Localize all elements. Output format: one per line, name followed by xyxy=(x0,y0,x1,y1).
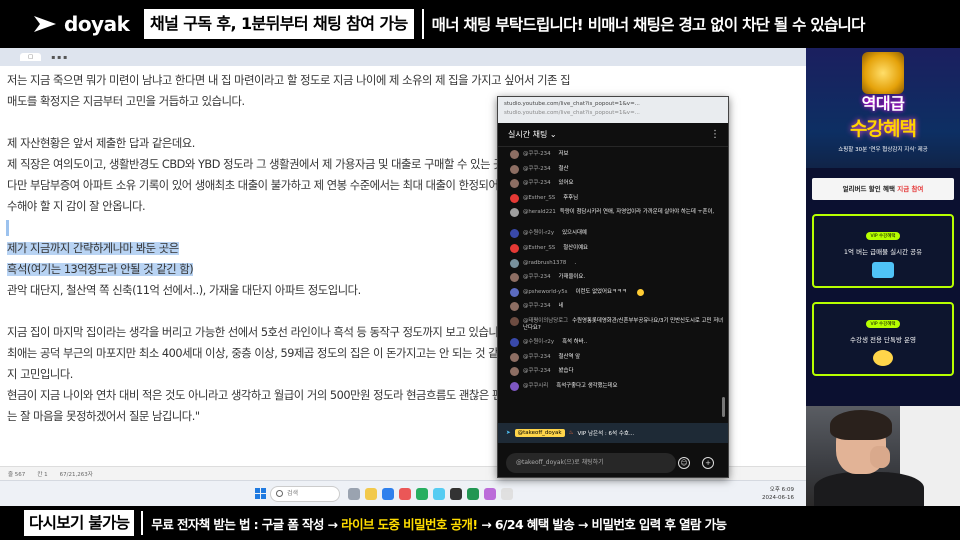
chat-message: @쿠쿠-234 저보 xyxy=(510,148,728,163)
chat-message: @Esther_SS 철산이예요 xyxy=(510,242,728,257)
laptop-icon xyxy=(872,262,894,278)
chat-message: @herald221 득량이 첨담시키러 연애, 자영업이라 가까운데 살아야 하… xyxy=(510,206,728,227)
vip-benefit-card: VIP 수강혜택 수강생 전용 단톡방 운영 xyxy=(812,302,954,376)
edge-browser-icon[interactable] xyxy=(382,487,394,500)
document-toolbar: ▢ ▪ ▪ ▪ xyxy=(0,48,806,66)
document-tab[interactable]: ▢ xyxy=(20,53,42,61)
pinned-message[interactable]: ➤ @takeoff_doyak ♨ VIP 남은석 : 6석 수호... xyxy=(498,423,728,443)
file-explorer-icon[interactable] xyxy=(365,487,377,500)
emoji-button-icon[interactable]: ☺ xyxy=(678,457,690,469)
app-icon[interactable] xyxy=(484,487,496,500)
chat-message: @수원이-r2y 흑석 하바.. xyxy=(510,336,728,351)
pinned-text: VIP 남은석 : 6석 수호... xyxy=(577,431,635,437)
avatar xyxy=(510,179,519,189)
chat-message: @쿠쿠-234 봤습다 xyxy=(510,365,728,380)
status-column: 칸 1 xyxy=(37,471,48,478)
vip-benefit-card: VIP 수강혜택 1억 버는 급매물 실시간 공유 xyxy=(812,214,954,288)
chrome-icon[interactable] xyxy=(399,487,411,500)
app-icon[interactable] xyxy=(501,487,513,500)
chat-message: @쿠쿠시리 흑석구좋다고 생각했는데요 xyxy=(510,380,728,395)
logo-text: doyak xyxy=(64,12,130,36)
avatar xyxy=(510,287,519,297)
avatar xyxy=(510,243,519,253)
live-chat-window: studio.youtube.com/live_chat?is_popout=1… xyxy=(497,96,729,478)
fire-icon: ♨ xyxy=(568,430,574,436)
pinned-author-badge: @takeoff_doyak xyxy=(514,429,565,437)
chat-message: @쿠쿠-234 철산역 앞 xyxy=(510,351,728,366)
avatar xyxy=(510,352,519,362)
promo-banner: 역대급 수강혜택 쇼핑할 30분 '연우 협상감지 지식' 제공 xyxy=(806,48,960,168)
laughing-emoji-icon xyxy=(636,288,644,296)
avatar xyxy=(510,193,519,203)
chat-message: @수원이-r2y 있으시대예 xyxy=(510,227,728,242)
windows-start-icon[interactable] xyxy=(255,488,266,499)
more-options-icon[interactable]: ⋮ xyxy=(710,129,720,140)
promo-side-panel: 역대급 수강혜택 쇼핑할 30분 '연우 협상감지 지식' 제공 얼리버드 할인… xyxy=(806,48,960,406)
ebook-instructions: 무료 전자책 받는 법 : 구글 폼 작성 → 라이브 도중 비밀번호 공개! … xyxy=(151,516,727,532)
avatar xyxy=(510,164,519,174)
chat-bubble-icon xyxy=(873,350,893,366)
status-chars: 67/21,263자 xyxy=(59,471,93,478)
search-icon xyxy=(276,489,283,497)
vip-label: VIP 수강혜택 xyxy=(866,232,900,240)
avatar xyxy=(510,381,519,391)
avatar xyxy=(510,273,519,283)
avatar xyxy=(510,150,519,159)
chat-input[interactable]: @takeoff_doyak(으)로 채팅하기 xyxy=(506,453,676,473)
vip-benefit-text: 1억 버는 급매물 실시간 공유 xyxy=(843,248,923,256)
chat-mode-dropdown[interactable]: 실시간 채팅 ⌄ xyxy=(508,129,557,140)
doyak-logo-icon xyxy=(32,14,58,34)
chat-message: @radbrush1378. xyxy=(510,257,728,272)
pin-icon: ➤ xyxy=(506,430,511,436)
doc-line: 저는 지금 죽으면 뭐가 미련이 남냐고 한다면 내 집 마련이라고 할 정도로… xyxy=(7,74,571,87)
manner-notice: 매너 채팅 부탁드립니다! 비매너 채팅은 경고 없이 차단 될 수 있습니다 xyxy=(431,16,866,34)
avatar xyxy=(510,337,519,347)
vip-benefit-text: 수강생 전용 단톡방 운영 xyxy=(850,336,916,344)
taskbar-search-input[interactable]: 검색 xyxy=(270,485,340,502)
chat-scrollbar[interactable] xyxy=(722,397,725,417)
windows-taskbar: 검색 오후 6:09 2024-06-16 xyxy=(0,480,806,506)
taskbar-apps xyxy=(348,487,513,500)
app-icon[interactable] xyxy=(433,487,445,500)
avatar xyxy=(510,208,519,218)
task-view-icon[interactable] xyxy=(348,487,360,500)
trophy-icon xyxy=(862,52,904,94)
bottom-banner: 다시보기 불가능 무료 전자책 받는 법 : 구글 폼 작성 → 라이브 도중 … xyxy=(0,506,960,540)
avatar xyxy=(510,302,519,312)
add-button-icon[interactable]: + xyxy=(702,457,714,469)
excel-icon[interactable] xyxy=(467,487,479,500)
taskbar-clock[interactable]: 오후 6:09 2024-06-16 xyxy=(762,486,794,502)
app-icon[interactable] xyxy=(416,487,428,500)
doyak-logo: doyak xyxy=(0,12,140,36)
avatar xyxy=(510,258,519,268)
chat-message: @쿠쿠-234 있어요 xyxy=(510,177,728,192)
promo-title-highlight: 수강혜택 xyxy=(850,118,917,140)
chat-message: @쿠쿠-234 가재울이요. xyxy=(510,271,728,286)
promo-subtitle: 쇼핑할 30분 '연우 협상감지 지식' 제공 xyxy=(838,147,928,153)
chat-message: @psheworld-y5s 이런도 없었어요ㅋㅋㅋ xyxy=(510,286,728,301)
chat-message: @쿠쿠-234 철산 xyxy=(510,163,728,178)
chat-header: 실시간 채팅 ⌄ ⋮ xyxy=(498,123,728,147)
chat-message: @쿠쿠-234 네 xyxy=(510,300,728,315)
webcam-feed xyxy=(806,406,960,506)
avatar xyxy=(510,316,519,326)
chat-message-list[interactable]: @쿠쿠-234 저보 @쿠쿠-234 철산 @쿠쿠-234 있어요 @Esther_S… xyxy=(498,147,728,394)
vip-label: VIP 수강혜택 xyxy=(866,320,900,328)
banner-divider xyxy=(141,511,144,535)
subscribe-notice: 채널 구독 후, 1분뒤부터 채팅 참여 가능 xyxy=(144,9,414,39)
early-bird-banner: 얼리버드 할인 혜택 지금 참여 xyxy=(812,178,954,200)
app-icon[interactable] xyxy=(450,487,462,500)
top-banner: doyak 채널 구독 후, 1분뒤부터 채팅 참여 가능 매너 채팅 부탁드립… xyxy=(0,0,960,48)
status-line: 줄 567 xyxy=(8,471,26,478)
banner-divider xyxy=(421,9,424,39)
toolbar-icons: ▪ ▪ ▪ xyxy=(51,53,68,61)
no-replay-notice: 다시보기 불가능 xyxy=(24,510,135,536)
chat-message: @Esther_SS 후후님 xyxy=(510,192,728,207)
avatar xyxy=(510,229,519,239)
chat-url-bar[interactable]: studio.youtube.com/live_chat?is_popout=1… xyxy=(498,97,728,123)
avatar xyxy=(510,367,519,377)
chat-message: @태평이의남당로그 수원영통롯데영화관/신혼부부공유나요/3기 민반신도시로 고민… xyxy=(510,315,728,336)
